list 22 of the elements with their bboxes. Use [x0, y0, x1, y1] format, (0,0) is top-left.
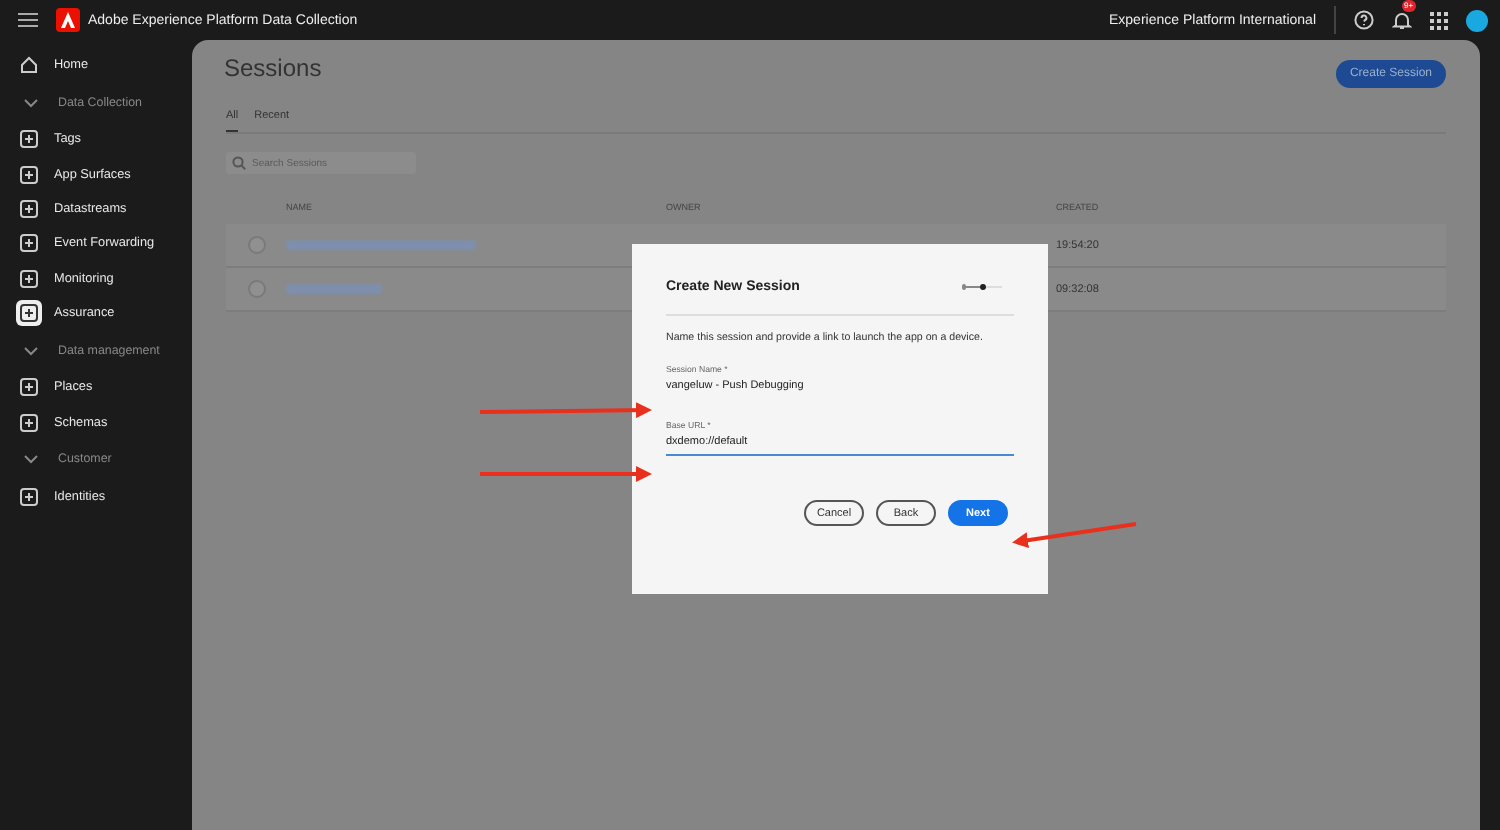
annotation-arrow [1012, 522, 1137, 549]
app-icon [20, 487, 38, 506]
page-title: Sessions [224, 54, 322, 82]
chevron-icon[interactable] [24, 345, 38, 356]
apps-grid-icon[interactable] [1430, 11, 1448, 29]
app-icon [20, 413, 38, 432]
app-icon [20, 378, 38, 397]
chevron-icon[interactable] [24, 454, 38, 465]
redacted-name [286, 284, 382, 294]
avatar[interactable] [1466, 9, 1488, 31]
bell-icon[interactable] [1392, 10, 1412, 30]
chevron-icon[interactable] [24, 97, 38, 108]
app-icon [20, 200, 38, 219]
app-icon [20, 303, 38, 322]
app-icon [20, 269, 38, 288]
app-icon [20, 234, 38, 253]
app-icon [20, 130, 38, 149]
menu-icon[interactable] [18, 12, 38, 28]
home-icon [20, 56, 38, 75]
help-icon[interactable] [1354, 10, 1374, 30]
logo-icon [56, 8, 80, 32]
app-icon [20, 165, 38, 184]
